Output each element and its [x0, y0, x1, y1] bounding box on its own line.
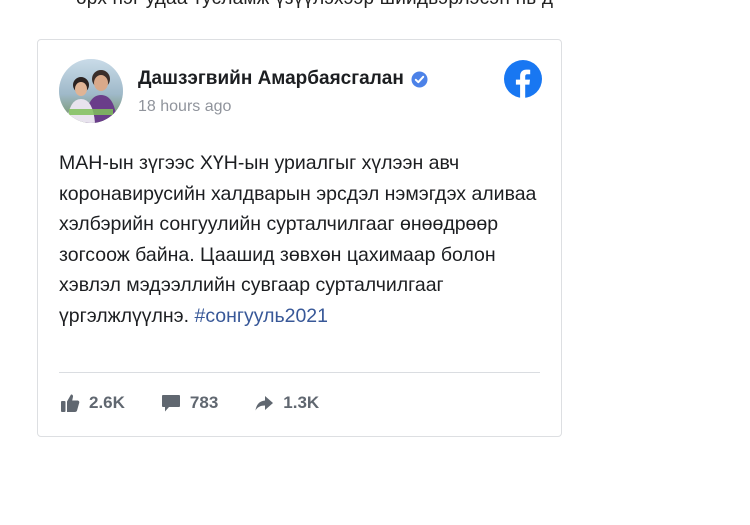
article-text-fragment: өрх нэг удаа тусламж үзүүлэхээр шийдвэрл…: [76, 0, 553, 10]
like-action[interactable]: 2.6K: [59, 392, 125, 414]
comment-count: 783: [189, 393, 219, 412]
verified-badge-icon: [411, 71, 428, 88]
avatar-photo: [59, 59, 123, 123]
hashtag-link[interactable]: #сонгууль2021: [194, 305, 328, 327]
share-count: 1.3K: [283, 393, 320, 412]
share-action[interactable]: 1.3K: [253, 392, 319, 414]
page: өрх нэг удаа тусламж үзүүлэхээр шийдвэрл…: [0, 0, 750, 525]
avatar[interactable]: [59, 59, 123, 123]
facebook-post-embed: Дашзэгвийн Амарбаясгалан 18 hours ago МА…: [37, 39, 562, 437]
author-row: Дашзэгвийн Амарбаясгалан: [138, 68, 428, 90]
post-body: МАН-ын зүгээс ХҮН-ын уриалгыг хүлээн авч…: [59, 152, 537, 327]
comment-action[interactable]: 783: [160, 392, 218, 414]
post-actions: 2.6K 783 1.3K: [59, 392, 354, 414]
author-name[interactable]: Дашзэгвийн Амарбаясгалан: [138, 68, 404, 90]
thumbs-up-icon: [59, 392, 81, 414]
divider: [59, 372, 540, 373]
facebook-icon[interactable]: [504, 60, 542, 98]
comment-icon: [160, 392, 182, 414]
share-arrow-icon: [253, 392, 275, 414]
post-timestamp[interactable]: 18 hours ago: [138, 98, 231, 116]
post-text: МАН-ын зүгээс ХҮН-ын уриалгыг хүлээн авч…: [59, 148, 549, 331]
like-count: 2.6K: [89, 393, 125, 412]
